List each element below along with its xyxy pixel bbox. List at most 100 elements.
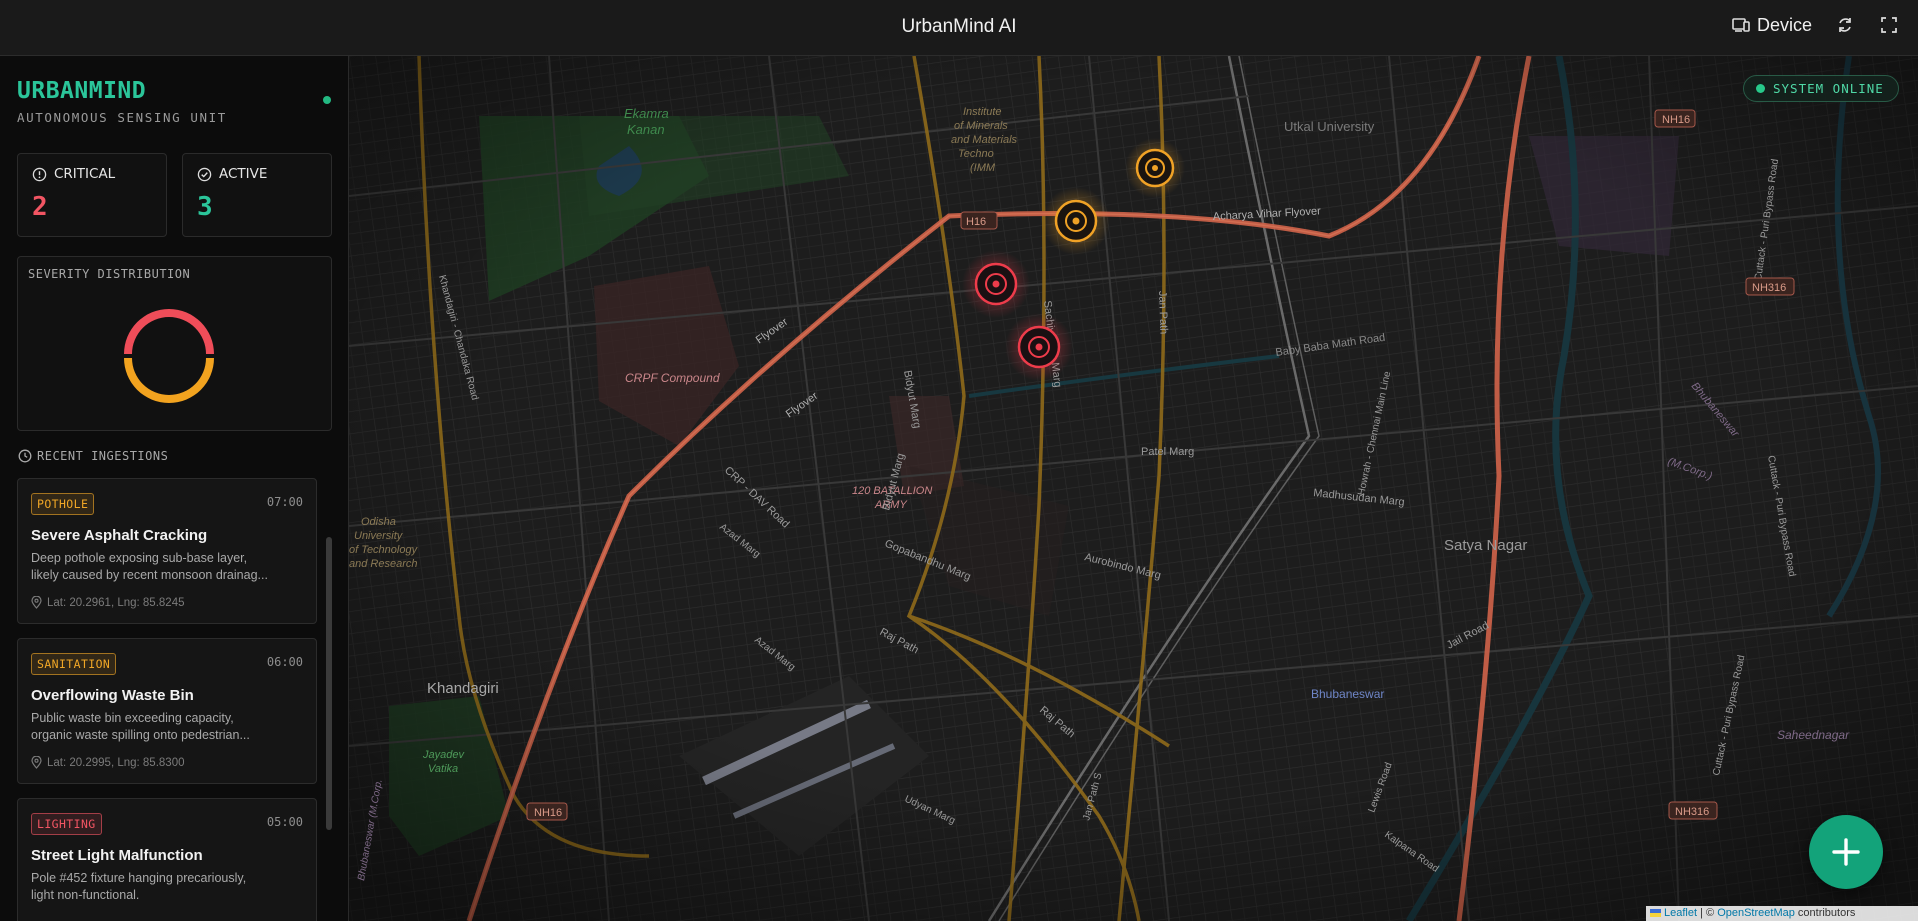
attribution-separator: | © (1700, 907, 1715, 919)
device-icon (1732, 18, 1750, 32)
map-label: and Research (349, 558, 418, 570)
map-label: (IMM (970, 162, 996, 174)
add-report-button[interactable] (1809, 815, 1883, 889)
critical-stat-card: CRITICAL 2 (17, 153, 167, 237)
ingestion-coordinates: Lat: 20.2995, Lng: 85.8300 (47, 756, 185, 769)
severity-distribution-card: SEVERITY DISTRIBUTION (17, 256, 332, 431)
map-pin-icon (31, 756, 42, 769)
active-label-row: ACTIVE (197, 166, 267, 182)
openstreetmap-link[interactable]: OpenStreetMap (1717, 907, 1795, 919)
plus-icon (1832, 838, 1860, 866)
sidebar: URBANMIND AUTONOMOUS SENSING UNIT CRITIC… (0, 56, 349, 921)
map-label: Saheednagar (1777, 728, 1850, 742)
incident-marker-amber-1[interactable] (1125, 138, 1185, 198)
category-badge: SANITATION (31, 653, 117, 675)
map-label: CRPF Compound (625, 371, 720, 385)
highway-shield: NH16 (1654, 109, 1696, 128)
incident-marker-red-2[interactable] (1005, 313, 1073, 381)
incident-marker-amber-2[interactable] (1042, 187, 1110, 255)
ingestion-time: 05:00 (266, 815, 303, 829)
ingestion-location: Lat: 20.2961, Lng: 85.8245 (31, 596, 184, 609)
ingestion-title: Street Light Malfunction (31, 847, 203, 864)
map-label: Ekamra (624, 106, 669, 121)
ingestion-card-lighting[interactable]: LIGHTING 05:00 Street Light Malfunction … (17, 798, 317, 921)
ingestion-description: Public waste bin exceeding capacity, orga… (31, 710, 305, 744)
map-label: Jayadev (422, 749, 465, 761)
map-attribution: Leaflet | © OpenStreetMap contributors (1646, 906, 1918, 921)
highway-shield-label: NH316 (1675, 806, 1709, 818)
map-label: of Technology (349, 544, 419, 556)
recent-ingestions-title: RECENT INGESTIONS (37, 449, 169, 463)
rotate-icon (1839, 18, 1851, 32)
critical-label: CRITICAL (54, 166, 116, 182)
ingestion-time: 06:00 (266, 655, 303, 669)
critical-label-row: CRITICAL (32, 166, 115, 182)
top-bar: UrbanMind AI Device (0, 0, 1918, 56)
online-dot (1756, 84, 1765, 93)
map-label: Khandagiri (427, 680, 499, 697)
map-label: Utkal University (1284, 119, 1375, 134)
highway-shield: NH316 (1745, 277, 1795, 296)
clock-icon (18, 449, 32, 463)
brand-logo: URBANMIND (17, 78, 147, 104)
ingestion-description-line: Deep pothole exposing sub-base layer, (31, 551, 248, 565)
ukraine-flag-icon (1650, 909, 1661, 918)
top-actions: Device (1732, 14, 1900, 36)
leaflet-link[interactable]: Leaflet (1664, 907, 1697, 919)
fullscreen-icon (1881, 17, 1897, 33)
fullscreen-button[interactable] (1878, 14, 1900, 36)
recent-ingestions-header: RECENT INGESTIONS (18, 449, 168, 463)
alert-circle-icon (32, 167, 47, 181)
map-canvas[interactable]: Ekamra Kanan Institute of Minerals and M… (349, 56, 1918, 921)
ingestion-title: Severe Asphalt Cracking (31, 527, 208, 544)
ingestion-description-line: Public waste bin exceeding capacity, (31, 711, 234, 725)
ingestion-location: Lat: 20.2995, Lng: 85.8300 (31, 756, 184, 769)
highway-shield-label: NH16 (1662, 114, 1690, 126)
incident-marker-red-1[interactable] (962, 250, 1030, 318)
check-circle-icon (197, 167, 212, 181)
app-title: UrbanMind AI (901, 16, 1017, 37)
map-label: University (354, 530, 404, 542)
ingestion-description-line: likely caused by recent monsoon drainag.… (31, 568, 268, 582)
active-count: 3 (197, 192, 213, 222)
ingestion-title: Overflowing Waste Bin (31, 687, 194, 704)
map-label: Patel Marg (1141, 446, 1194, 458)
feed-scrollbar[interactable] (326, 537, 332, 830)
active-label: ACTIVE (219, 166, 268, 182)
category-badge: LIGHTING (31, 813, 102, 835)
critical-count: 2 (32, 192, 48, 222)
ingestion-card-pothole[interactable]: POTHOLE 07:00 Severe Asphalt Cracking De… (17, 478, 317, 624)
highway-shield: NH316 (1668, 801, 1718, 820)
highway-shield-label: NH316 (1752, 282, 1786, 294)
severity-donut-chart (124, 309, 214, 403)
attribution-suffix: contributors (1797, 907, 1856, 919)
map-label: Techno (958, 148, 994, 160)
map-label: Jan Path (1156, 291, 1170, 335)
highway-shield-label: NH16 (534, 807, 562, 819)
active-stat-card: ACTIVE 3 (182, 153, 332, 237)
map-label: Vatika (428, 763, 458, 775)
ingestion-description-line: Pole #452 fixture hanging precariously, (31, 871, 247, 885)
brand-subtitle: AUTONOMOUS SENSING UNIT (17, 110, 227, 125)
status-indicator (323, 96, 331, 104)
ingestion-time: 07:00 (266, 495, 303, 509)
map-label: of Minerals (954, 120, 1008, 132)
map-view[interactable]: Ekamra Kanan Institute of Minerals and M… (349, 56, 1918, 921)
highway-shield: NH16 (526, 802, 568, 821)
highway-shield-label: H16 (966, 216, 986, 228)
highway-shield: H16 (960, 211, 998, 230)
device-label: Device (1756, 14, 1812, 35)
device-button[interactable]: Device (1732, 15, 1812, 36)
map-label: Satya Nagar (1444, 537, 1527, 554)
ingestion-description: Pole #452 fixture hanging precariously, l… (31, 870, 305, 904)
ingestion-feed: POTHOLE 07:00 Severe Asphalt Cracking De… (17, 478, 317, 921)
map-pin-icon (31, 596, 42, 609)
ingestion-coordinates: Lat: 20.2961, Lng: 85.8245 (47, 596, 185, 609)
rotate-button[interactable] (1834, 14, 1856, 36)
severity-segment-critical (124, 309, 214, 354)
map-label: Bhubaneswar (1311, 687, 1384, 701)
category-badge: POTHOLE (31, 493, 95, 515)
ingestion-card-sanitation[interactable]: SANITATION 06:00 Overflowing Waste Bin P… (17, 638, 317, 784)
severity-segment-moderate (124, 358, 214, 403)
ingestion-description: Deep pothole exposing sub-base layer, lik… (31, 550, 305, 584)
